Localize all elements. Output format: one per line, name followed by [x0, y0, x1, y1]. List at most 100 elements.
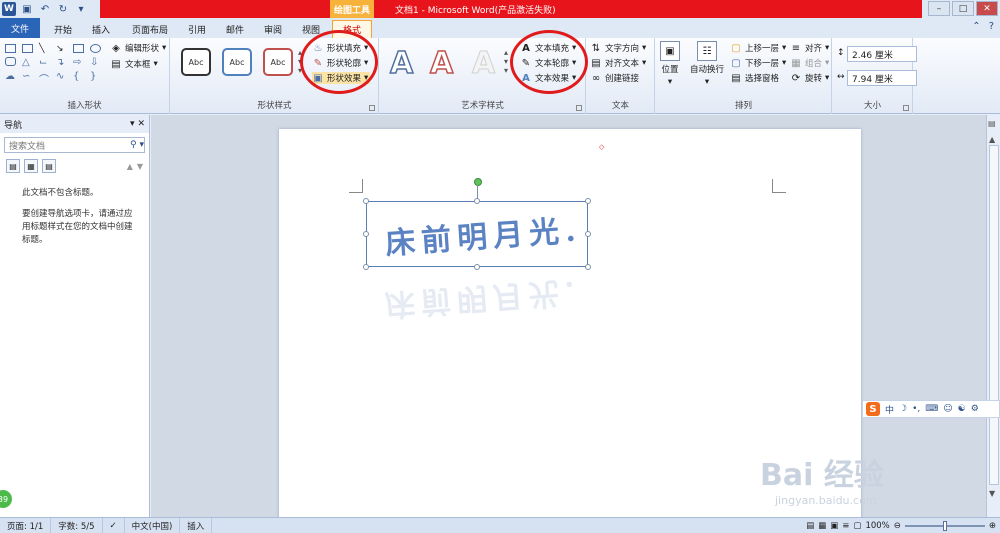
dialog-launcher-icon[interactable] — [369, 105, 375, 111]
shape-brace-right-icon[interactable]: } — [90, 71, 104, 86]
ime-moon-icon[interactable]: ☽ — [899, 404, 907, 414]
selection-pane-button[interactable]: ▤ 选择窗格 — [730, 72, 779, 85]
nav-tab-pages-icon[interactable]: ▦ — [24, 159, 38, 173]
resize-handle-ne[interactable] — [585, 198, 591, 204]
customize-qat-icon[interactable]: ▾ — [74, 2, 88, 16]
shape-arrow-line-icon[interactable]: ↘ — [56, 44, 70, 54]
rotate-handle[interactable] — [474, 178, 482, 186]
collapse-ribbon-icon[interactable]: ⌃ — [972, 21, 980, 32]
vertical-scrollbar[interactable]: ▤ ▲ ▼ — [986, 115, 1000, 517]
tab-home[interactable]: 开始 — [44, 20, 82, 38]
word-count[interactable]: 字数: 5/5 — [51, 517, 103, 533]
rotate-button[interactable]: ⟳ 旋转 ▾ — [790, 72, 830, 85]
shape-style-gallery-scroll[interactable]: ▴ ▾ ▾ — [298, 48, 302, 75]
page-count[interactable]: 页面: 1/1 — [0, 517, 52, 533]
wordart-text[interactable]: 床前明月光. — [384, 205, 583, 263]
shape-vertical-textbox-icon[interactable] — [22, 44, 33, 53]
zoom-in-icon[interactable]: ⊕ — [989, 521, 996, 531]
view-draft-icon[interactable]: ▢ — [853, 521, 861, 531]
scroll-up-icon[interactable]: ▲ — [989, 135, 995, 144]
view-outline-icon[interactable]: ≡ — [842, 521, 849, 531]
shape-freeform-icon[interactable]: ∽ — [22, 71, 36, 86]
align-button[interactable]: ≡ 对齐 ▾ — [790, 42, 830, 55]
help-icon[interactable]: ? — [989, 21, 994, 32]
wordart-style-outline-red[interactable]: A — [429, 45, 454, 82]
tab-mailings[interactable]: 邮件 — [218, 20, 252, 38]
shape-down-arrow-icon[interactable]: ⇩ — [90, 57, 104, 68]
shape-rounded-rect-icon[interactable] — [5, 57, 16, 66]
nav-tab-headings-icon[interactable]: ▤ — [6, 159, 20, 173]
text-outline-button[interactable]: ✎ 文本轮廓 ▾ — [520, 57, 577, 70]
shape-curve-icon[interactable]: ∿ — [56, 71, 70, 86]
wordart-style-light[interactable]: A — [471, 46, 495, 82]
shape-line-icon[interactable]: ╲ — [39, 44, 53, 54]
ime-mode-label[interactable]: 中 — [885, 403, 894, 416]
edit-shape-button[interactable]: ◈ 编辑形状 ▾ — [110, 42, 166, 55]
wordart-gallery-scroll[interactable]: ▴ ▾ ▾ — [504, 48, 508, 75]
sogou-logo-icon[interactable]: S — [866, 402, 880, 416]
shape-width-input[interactable]: 7.94 厘米 — [847, 70, 917, 86]
zoom-slider-thumb[interactable] — [942, 521, 947, 531]
shape-height-input[interactable]: 2.46 厘米 — [847, 46, 917, 62]
resize-handle-s[interactable] — [474, 264, 480, 270]
nav-prev-icon[interactable]: ▲ — [127, 162, 133, 171]
text-box-button[interactable]: ▤ 文本框 ▾ — [110, 58, 158, 71]
tab-references[interactable]: 引用 — [180, 20, 214, 38]
save-icon[interactable]: ▣ — [20, 2, 34, 16]
tab-review[interactable]: 审阅 — [256, 20, 290, 38]
nav-search-input[interactable]: 搜索文档 ⚲ ▾ — [4, 137, 145, 153]
shape-elbow-connector-icon[interactable]: ⌙ — [39, 57, 53, 68]
shape-gallery[interactable]: ╲ ↘ △ ⌙ ↴ ⇨ ⇩ ☁ ∽ ⌒ ∿ { } — [5, 44, 104, 86]
shape-connector-icon[interactable]: ↴ — [56, 57, 70, 68]
shape-style-blue[interactable]: Abc — [222, 48, 252, 76]
view-web-icon[interactable]: ▣ — [830, 521, 838, 531]
position-button[interactable]: ▣ 位置 ▾ — [660, 41, 680, 87]
dialog-launcher-icon[interactable] — [903, 105, 909, 111]
shape-brace-left-icon[interactable]: { — [73, 71, 87, 86]
tab-page-layout[interactable]: 页面布局 — [124, 20, 176, 38]
resize-handle-e[interactable] — [585, 231, 591, 237]
shape-rectangle-icon[interactable] — [73, 44, 84, 53]
shape-outline-button[interactable]: ✎ 形状轮廓 ▾ — [312, 57, 369, 70]
shape-arc-icon[interactable]: ⌒ — [39, 71, 53, 86]
shape-triangle-icon[interactable]: △ — [22, 57, 36, 68]
dialog-launcher-icon[interactable] — [576, 105, 582, 111]
send-backward-button[interactable]: ▢ 下移一层 ▾ — [730, 57, 786, 70]
text-effects-button[interactable]: A 文本效果 ▾ — [520, 72, 576, 85]
text-direction-button[interactable]: ⇅ 文字方向 ▾ — [590, 42, 647, 55]
ruler-toggle-icon[interactable]: ▤ — [988, 119, 996, 128]
scroll-down-icon[interactable]: ▼ — [989, 489, 995, 498]
shape-fill-button[interactable]: ♨ 形状填充 ▾ — [312, 42, 369, 55]
tab-format[interactable]: 格式 — [332, 20, 372, 38]
shape-style-black[interactable]: Abc — [181, 48, 211, 76]
view-print-layout-icon[interactable]: ▤ — [806, 521, 814, 531]
redo-icon[interactable]: ↻ — [56, 2, 70, 16]
resize-handle-sw[interactable] — [363, 264, 369, 270]
shape-right-arrow-icon[interactable]: ⇨ — [73, 57, 87, 68]
wordart-style-outline-blue[interactable]: A — [389, 45, 414, 82]
text-fill-button[interactable]: A 文本填充 ▾ — [520, 42, 576, 55]
ime-punct-icon[interactable]: •, — [912, 404, 920, 414]
zoom-out-icon[interactable]: ⊖ — [894, 521, 901, 531]
maximize-button[interactable]: □ — [952, 1, 974, 16]
tab-file[interactable]: 文件 — [0, 18, 40, 38]
shape-textbox-icon[interactable] — [5, 44, 16, 53]
ime-user-icon[interactable]: ☺ — [943, 404, 952, 414]
tab-view[interactable]: 视图 — [294, 20, 328, 38]
group-button[interactable]: ▦ 组合 ▾ — [790, 57, 829, 70]
nav-pane-menu-icon[interactable]: ▾ — [130, 119, 135, 129]
language-indicator[interactable]: 中文(中国) — [125, 517, 181, 533]
ime-shirt-icon[interactable]: ☯ — [958, 404, 966, 414]
align-text-button[interactable]: ▤ 对齐文本 ▾ — [590, 57, 646, 70]
resize-handle-n[interactable] — [474, 198, 480, 204]
resize-handle-se[interactable] — [585, 264, 591, 270]
zoom-slider[interactable] — [904, 521, 985, 531]
undo-icon[interactable]: ↶ — [38, 2, 52, 16]
nav-next-icon[interactable]: ▼ — [137, 162, 143, 171]
close-button[interactable]: ✕ — [976, 1, 998, 16]
word-icon[interactable]: W — [2, 2, 16, 16]
minimize-button[interactable]: – — [928, 1, 950, 16]
shape-style-red[interactable]: Abc — [263, 48, 293, 76]
insert-mode-indicator[interactable]: 插入 — [180, 517, 213, 533]
search-icon[interactable]: ⚲ ▾ — [130, 140, 144, 150]
